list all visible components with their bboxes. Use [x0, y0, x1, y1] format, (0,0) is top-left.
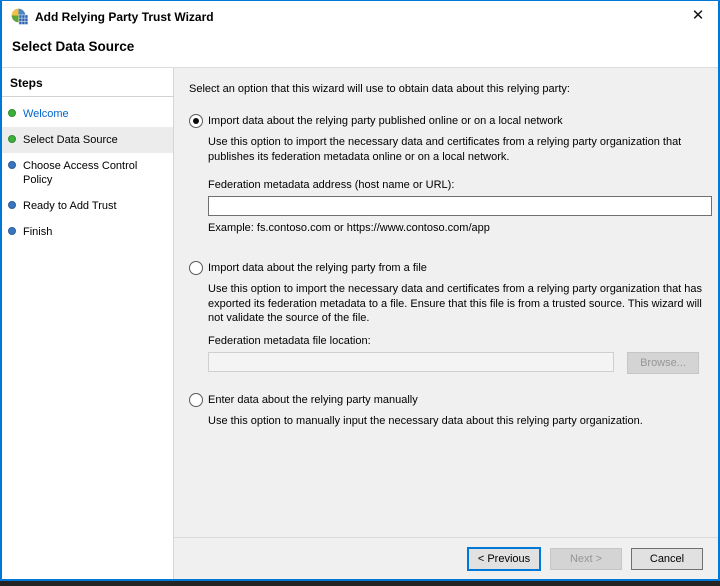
- app-icon: [11, 8, 28, 25]
- radio-enter-manually-label[interactable]: Enter data about the relying party manua…: [208, 393, 418, 407]
- titlebar[interactable]: Add Relying Party Trust Wizard ✕: [2, 1, 718, 32]
- radio-import-online[interactable]: [189, 114, 203, 128]
- step-todo-bullet-icon: [8, 161, 16, 169]
- sidebar-item-welcome[interactable]: Welcome: [2, 101, 173, 127]
- metadata-file-label: Federation metadata file location:: [208, 334, 371, 347]
- next-button: Next >: [550, 547, 622, 570]
- steps-title: Steps: [2, 73, 173, 97]
- step-label: Ready to Add Trust: [23, 200, 117, 212]
- cancel-button[interactable]: Cancel: [631, 547, 703, 570]
- step-todo-bullet-icon: [8, 201, 16, 209]
- wizard-footer: < Previous Next > Cancel: [174, 537, 718, 579]
- radio-import-file[interactable]: [189, 261, 203, 275]
- step-label: Select Data Source: [23, 134, 118, 146]
- steps-sidebar: Steps Welcome Select Data Source Choose …: [2, 68, 174, 579]
- metadata-address-input[interactable]: [208, 196, 712, 216]
- step-label: Welcome: [23, 108, 69, 120]
- step-done-bullet-icon: [8, 109, 16, 117]
- step-done-bullet-icon: [8, 135, 16, 143]
- browse-button: Browse...: [627, 351, 699, 374]
- wizard-window: Add Relying Party Trust Wizard ✕ Select …: [0, 0, 720, 581]
- metadata-file-input: [208, 351, 614, 372]
- option-manual-description: Use this option to manually input the ne…: [208, 414, 643, 427]
- page-header: Select Data Source: [2, 32, 718, 67]
- metadata-address-example: Example: fs.contoso.com or https://www.c…: [208, 222, 490, 234]
- sidebar-item-finish[interactable]: Finish: [2, 219, 173, 245]
- option-file-description: Use this option to import the necessary …: [208, 283, 703, 324]
- sidebar-item-ready-to-add-trust[interactable]: Ready to Add Trust: [2, 193, 173, 219]
- content-pane: Select an option that this wizard will u…: [174, 68, 718, 579]
- option-online-description: Use this option to import the necessary …: [208, 136, 682, 163]
- radio-import-file-label[interactable]: Import data about the relying party from…: [208, 261, 427, 275]
- window-title: Add Relying Party Trust Wizard: [35, 9, 214, 24]
- step-todo-bullet-icon: [8, 227, 16, 235]
- page-title: Select Data Source: [12, 39, 135, 54]
- radio-enter-manually[interactable]: [189, 392, 203, 407]
- step-label: Finish: [23, 226, 53, 238]
- sidebar-item-select-data-source[interactable]: Select Data Source: [2, 127, 173, 153]
- sidebar-item-choose-access-control-policy[interactable]: Choose Access Control Policy: [2, 153, 173, 193]
- step-label: Choose Access Control Policy: [23, 160, 138, 186]
- desktop-background-strip: [0, 581, 720, 586]
- radio-import-online-label[interactable]: Import data about the relying party publ…: [208, 114, 563, 128]
- previous-button[interactable]: < Previous: [467, 546, 541, 571]
- metadata-address-label: Federation metadata address (host name o…: [208, 179, 455, 191]
- close-icon[interactable]: ✕: [684, 3, 712, 27]
- intro-text: Select an option that this wizard will u…: [189, 83, 570, 95]
